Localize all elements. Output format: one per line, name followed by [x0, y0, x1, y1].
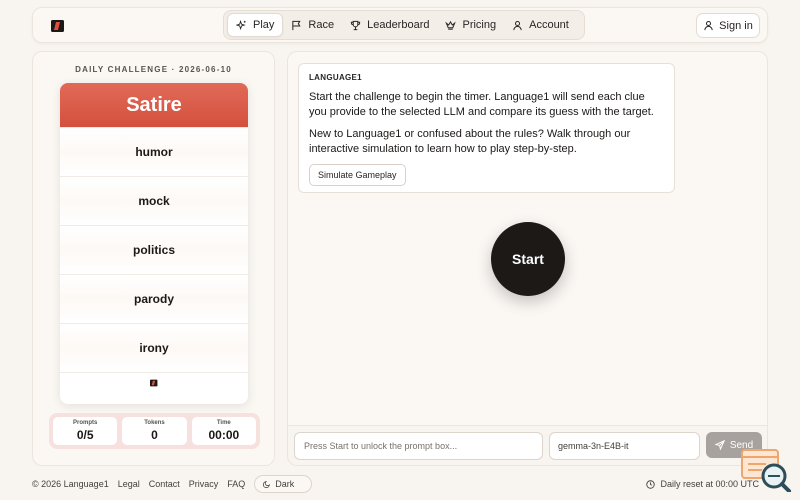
tokens-stat: Tokens 0 [122, 417, 187, 445]
start-button[interactable]: Start [491, 222, 565, 296]
nav-leaderboard[interactable]: Leaderboard [342, 13, 437, 37]
nav-leaderboard-label: Leaderboard [367, 19, 430, 31]
nav-account[interactable]: Account [504, 13, 577, 37]
intro-message: LANGUAGE1 Start the challenge to begin t… [298, 63, 675, 193]
challenge-card: Satire humor mock politics parody irony [60, 83, 248, 404]
prompts-label: Prompts [72, 420, 98, 426]
logo-icon [150, 379, 158, 386]
dark-mode-toggle[interactable]: Dark [254, 475, 313, 493]
time-value: 00:00 [208, 428, 240, 442]
nav-account-label: Account [529, 19, 569, 31]
sign-in-label: Sign in [719, 19, 753, 32]
taboo-word: irony [60, 323, 248, 372]
taboo-word: humor [60, 127, 248, 176]
nav-play-label: Play [253, 19, 275, 31]
trophy-icon [350, 20, 361, 30]
game-panel: LANGUAGE1 Start the challenge to begin t… [287, 51, 768, 466]
dark-mode-label: Dark [275, 479, 295, 489]
main-nav: Play Race Leaderboard Pricing Account [223, 10, 585, 40]
footer-link-faq[interactable]: FAQ [227, 479, 245, 489]
clock-icon [646, 479, 656, 489]
message-title: LANGUAGE1 [309, 73, 362, 82]
prompts-value: 0/5 [76, 428, 94, 442]
flag-icon [292, 20, 302, 30]
target-word: Satire [60, 83, 248, 127]
stats-bar: Prompts 0/5 Tokens 0 Time 00:00 [49, 413, 260, 449]
daily-challenge-heading: DAILY CHALLENGE · 2026-06-10 [75, 65, 232, 74]
message-paragraph: Start the challenge to begin the timer. … [309, 91, 654, 118]
time-label: Time [216, 420, 231, 426]
tokens-label: Tokens [144, 420, 165, 426]
crown-icon [445, 20, 457, 30]
sparkles-icon [236, 19, 246, 30]
user-icon [704, 20, 713, 31]
sign-in-button[interactable]: Sign in [696, 13, 760, 38]
user-icon [513, 20, 522, 30]
time-stat: Time 00:00 [191, 417, 256, 445]
model-select[interactable]: gemma-3n-E4B-it [549, 432, 700, 460]
nav-pricing-label: Pricing [462, 19, 497, 31]
moon-icon [263, 481, 271, 488]
nav-race-label: Race [308, 19, 335, 31]
message-paragraph: New to Language1 or confused about the r… [309, 128, 631, 155]
nav-race[interactable]: Race [283, 13, 342, 37]
taboo-word: parody [60, 274, 248, 323]
copyright: © 2026 Language1 [32, 479, 109, 489]
prompts-stat: Prompts 0/5 [53, 417, 118, 445]
footer-link-legal[interactable]: Legal [118, 479, 140, 489]
footer-link-contact[interactable]: Contact [149, 479, 180, 489]
tokens-value: 0 [151, 428, 158, 442]
top-navbar: Play Race Leaderboard Pricing Account Si… [32, 7, 768, 43]
footer: © 2026 Language1 Legal Contact Privacy F… [32, 475, 768, 493]
footer-link-privacy[interactable]: Privacy [189, 479, 219, 489]
taboo-word: mock [60, 176, 248, 225]
taboo-word: politics [60, 225, 248, 274]
simulate-gameplay-button[interactable]: Simulate Gameplay [309, 164, 406, 186]
prompt-bar: Press Start to unlock the prompt box... … [288, 425, 767, 465]
nav-play[interactable]: Play [227, 13, 284, 37]
logo-icon[interactable] [51, 19, 65, 33]
feedback-widget-icon[interactable] [740, 446, 792, 492]
send-icon [714, 440, 725, 450]
prompt-input[interactable]: Press Start to unlock the prompt box... [294, 432, 543, 460]
card-footer [60, 372, 248, 392]
nav-pricing[interactable]: Pricing [437, 13, 504, 37]
challenge-panel: DAILY CHALLENGE · 2026-06-10 Satire humo… [32, 51, 275, 466]
